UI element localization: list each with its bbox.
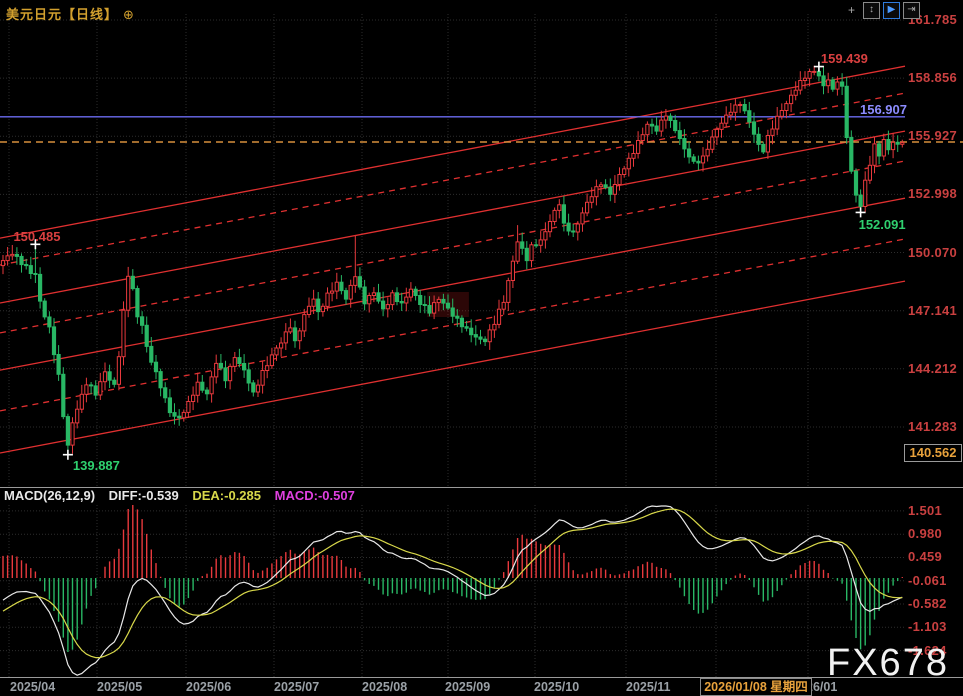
price-axis-tick: 152.998 [908, 186, 957, 201]
price-axis-tick: 141.283 [908, 419, 957, 434]
x-axis-label: 2025/10 [534, 680, 579, 694]
chart-window: 美元日元【日线】 ⊕ +↕▶⇥ MACD(26,12,9) DIFF:-0.539… [0, 0, 963, 696]
price-axis-tick: 158.856 [908, 70, 957, 85]
macd-axis-tick: 0.459 [908, 549, 942, 564]
price-annotation: 159.439 [821, 51, 868, 66]
x-axis-label: 2025/11 [626, 680, 671, 694]
macd-axis-tick: -0.061 [908, 573, 947, 588]
auto-scroll-icon[interactable]: ▶ [883, 2, 900, 19]
macd-header: MACD(26,12,9) DIFF:-0.539 DEA:-0.285 MAC… [4, 488, 365, 503]
macd-macd-value: MACD:-0.507 [275, 488, 355, 503]
price-axis-tick: 155.927 [908, 128, 957, 143]
price-annotation: 152.091 [859, 217, 906, 232]
add-indicator-icon[interactable]: ⊕ [123, 7, 135, 22]
macd-title: MACD(26,12,9) [4, 488, 95, 503]
macd-dea-value: DEA:-0.285 [192, 488, 261, 503]
price-alert-axis-label: 140.562 [904, 444, 962, 462]
x-axis-label: 2025/05 [97, 680, 142, 694]
macd-axis-tick: -1.103 [908, 619, 947, 634]
price-axis-tick: 147.141 [908, 303, 957, 318]
price-annotation: 150.485 [13, 229, 60, 244]
x-axis-label: 2025/08 [362, 680, 407, 694]
macd-axis-tick: -0.582 [908, 596, 947, 611]
crosshair-date-label: 2026/01/08 星期四 [700, 678, 812, 696]
x-axis-label: 2025/07 [274, 680, 319, 694]
x-axis-label: 2025/06 [186, 680, 231, 694]
price-axis-tick: 150.070 [908, 245, 957, 260]
x-axis-label: 2025/04 [10, 680, 55, 694]
go-to-latest-icon[interactable]: ⇥ [903, 2, 920, 19]
x-axis-label: 2025/09 [445, 680, 490, 694]
chart-toolbar: +↕▶⇥ [843, 2, 920, 19]
title-text: 美元日元【日线】 [6, 7, 118, 22]
instrument-title: 美元日元【日线】 ⊕ [6, 4, 135, 23]
macd-axis-tick: 0.980 [908, 526, 942, 541]
axis-scale-icon[interactable]: ↕ [863, 2, 880, 19]
crosshair-price-label: 156.907 [860, 102, 907, 117]
price-annotation: 139.887 [73, 458, 120, 473]
fx678-watermark: FX678 [827, 642, 949, 685]
chart-canvas[interactable] [0, 0, 963, 696]
pan-move-icon[interactable]: + [843, 2, 860, 19]
macd-axis-tick: 1.501 [908, 503, 942, 518]
price-axis-tick: 144.212 [908, 361, 957, 376]
macd-diff-value: DIFF:-0.539 [109, 488, 179, 503]
